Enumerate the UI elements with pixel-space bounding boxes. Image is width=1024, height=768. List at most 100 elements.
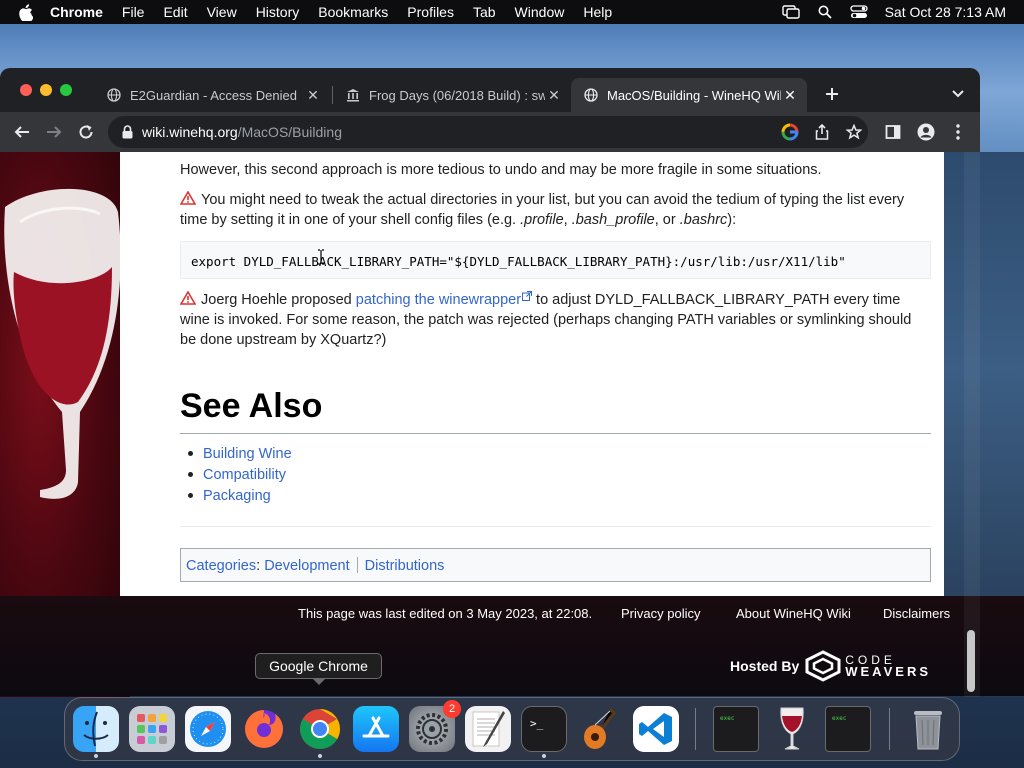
menu-edit[interactable]: Edit	[163, 4, 187, 20]
tab-title: MacOS/Building - WineHQ Wiki	[607, 87, 781, 103]
list-item: Packaging	[180, 486, 292, 507]
menu-view[interactable]: View	[207, 4, 237, 20]
running-indicator	[318, 754, 322, 758]
menu-help[interactable]: Help	[583, 4, 612, 20]
exec-document-icon[interactable]: exec	[713, 706, 759, 752]
codeweavers-logo-icon	[805, 650, 841, 682]
code-block[interactable]: export DYLD_FALLBACK_LIBRARY_PATH="${DYL…	[180, 241, 931, 279]
textedit-icon[interactable]	[465, 706, 511, 752]
link-compatibility[interactable]: Compatibility	[203, 467, 286, 483]
new-tab-button[interactable]	[820, 82, 844, 106]
menu-history[interactable]: History	[256, 4, 300, 20]
tab-title: Frog Days (06/2018 Build) : sw	[369, 87, 545, 103]
categories-link[interactable]: Categories	[186, 558, 256, 574]
footer-privacy-link[interactable]: Privacy policy	[621, 606, 700, 626]
system-preferences-icon[interactable]: 2	[409, 700, 461, 752]
menu-profiles[interactable]: Profiles	[407, 4, 454, 20]
url-path: /MacOS/Building	[237, 124, 342, 140]
codeweavers-wordmark: CODE WEAVERS	[845, 654, 931, 678]
exec-document-icon-2[interactable]: exec	[825, 706, 871, 752]
footer-last-edited: This page was last edited on 3 May 2023,…	[298, 606, 593, 621]
category-distributions-link[interactable]: Distributions	[365, 558, 445, 574]
wine-icon[interactable]	[769, 706, 815, 752]
spotlight-search-icon[interactable]	[815, 4, 835, 20]
side-panel-icon	[885, 125, 901, 139]
trash-icon[interactable]	[905, 706, 951, 752]
paragraph-text: ):	[727, 212, 737, 228]
forward-button[interactable]	[42, 120, 66, 144]
link-building-wine[interactable]: Building Wine	[203, 446, 292, 462]
google-lens-icon[interactable]	[778, 120, 802, 144]
app-store-icon[interactable]	[353, 706, 399, 752]
close-tab-icon[interactable]: ✕	[781, 86, 799, 104]
firefox-icon[interactable]	[241, 706, 287, 752]
address-bar[interactable]: wiki.winehq.org/MacOS/Building	[108, 116, 868, 148]
tab-search-button[interactable]	[946, 82, 970, 106]
page-scrollbar-thumb[interactable]	[967, 630, 975, 692]
link-packaging[interactable]: Packaging	[203, 488, 271, 504]
paragraph-joerg-hoehle: Joerg Hoehle proposed patching the winew…	[180, 290, 931, 350]
filename-bashrc: .bashrc	[679, 212, 728, 228]
menu-tab[interactable]: Tab	[473, 4, 496, 20]
profile-button[interactable]	[914, 120, 938, 144]
google-chrome-icon[interactable]	[297, 706, 343, 752]
chrome-menu-button[interactable]	[946, 120, 970, 144]
safari-icon[interactable]	[185, 706, 231, 752]
list-item: Compatibility	[180, 465, 292, 486]
visual-studio-code-icon[interactable]	[633, 706, 679, 752]
paragraph-tweak-directories: You might need to tweak the actual direc…	[180, 190, 931, 230]
browser-toolbar: wiki.winehq.org/MacOS/Building	[0, 112, 980, 152]
tab-e2guardian[interactable]: E2Guardian - Access Denied ✕	[94, 78, 330, 112]
footer-about-link[interactable]: About WineHQ Wiki	[736, 606, 851, 626]
arrow-right-icon	[47, 126, 62, 138]
reload-button[interactable]	[74, 120, 98, 144]
footer-disclaimers-link[interactable]: Disclaimers	[883, 606, 950, 626]
tab-strip: E2Guardian - Access Denied ✕ Frog Days (…	[0, 68, 980, 112]
fullscreen-window-button[interactable]	[60, 84, 72, 96]
menu-bookmarks[interactable]: Bookmarks	[318, 4, 388, 20]
apple-icon[interactable]	[18, 3, 34, 21]
garageband-icon[interactable]	[577, 706, 623, 752]
screen-mirroring-icon[interactable]	[781, 4, 801, 20]
menu-extras: Sat Oct 28 7:13 AM	[767, 0, 1006, 24]
menu-clock[interactable]: Sat Oct 28 7:13 AM	[885, 4, 1006, 20]
menu-window[interactable]: Window	[515, 4, 565, 20]
category-separator	[356, 557, 358, 573]
tab-winehq-wiki[interactable]: MacOS/Building - WineHQ Wiki ✕	[571, 78, 807, 112]
share-icon[interactable]	[810, 120, 834, 144]
bookmark-star-icon[interactable]	[842, 120, 866, 144]
lock-icon[interactable]	[120, 124, 134, 140]
dock-separator	[889, 708, 890, 750]
category-development-link[interactable]: Development	[264, 558, 349, 574]
chrome-window: E2Guardian - Access Denied ✕ Frog Days (…	[0, 68, 980, 152]
avatar-icon	[917, 123, 935, 141]
close-window-button[interactable]	[20, 84, 32, 96]
link-text: patching the winewrapper	[355, 292, 522, 308]
close-tab-icon[interactable]: ✕	[545, 86, 563, 104]
dock-separator	[695, 708, 696, 750]
back-button[interactable]	[10, 120, 34, 144]
control-center-icon[interactable]	[849, 4, 869, 20]
paragraph-second-approach: However, this second approach is more te…	[180, 162, 822, 178]
arrow-left-icon	[14, 126, 29, 138]
close-tab-icon[interactable]: ✕	[304, 86, 322, 104]
warning-icon	[180, 291, 196, 305]
menu-file[interactable]: File	[122, 4, 145, 20]
list-item: Building Wine	[180, 444, 292, 465]
exec-label: exec	[720, 715, 735, 722]
paragraph-text: , or	[654, 212, 680, 228]
dock-tooltip: Google Chrome	[255, 653, 382, 685]
page-scrollbar-track[interactable]	[964, 152, 980, 697]
side-panel-button[interactable]	[881, 120, 905, 144]
tab-title: E2Guardian - Access Denied	[130, 87, 297, 103]
minimize-window-button[interactable]	[40, 84, 52, 96]
finder-icon[interactable]	[73, 706, 119, 752]
menu-app-name[interactable]: Chrome	[50, 4, 103, 20]
running-indicator	[94, 754, 98, 758]
launchpad-icon[interactable]	[129, 706, 175, 752]
tab-frog-days[interactable]: Frog Days (06/2018 Build) : sw ✕	[333, 78, 571, 112]
hosted-by-codeweavers[interactable]: Hosted By CODE WEAVERS	[730, 648, 931, 684]
terminal-icon[interactable]: >_	[521, 706, 567, 752]
warning-icon	[180, 191, 196, 205]
winewrapper-patch-link[interactable]: patching the winewrapper	[355, 291, 533, 308]
